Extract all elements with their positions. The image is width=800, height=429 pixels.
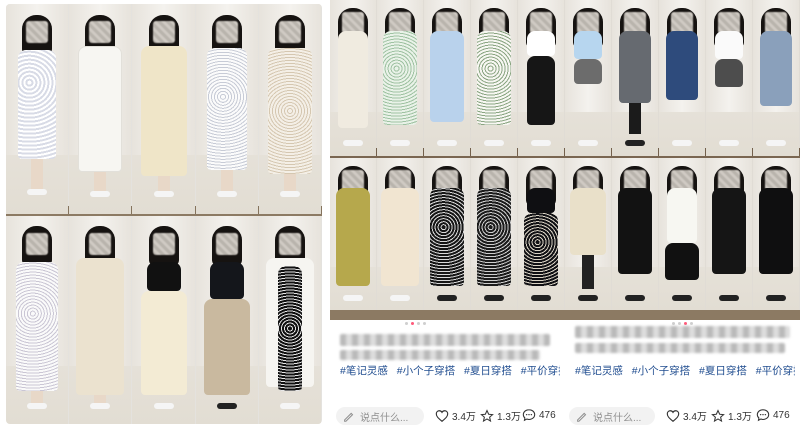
comment-input[interactable]: 说点什么... (336, 407, 424, 425)
pencil-icon (575, 409, 589, 423)
outfit-photo (518, 0, 565, 156)
outfit-photo (132, 4, 196, 214)
tag-link[interactable]: #平价穿搭分 (521, 365, 560, 377)
collage-row-top (330, 0, 800, 156)
outfit-photo (69, 4, 133, 214)
outfit-photo (565, 158, 612, 310)
comment-count: 476 (773, 409, 790, 421)
tag-link[interactable]: #小个子穿搭 (632, 365, 690, 377)
carousel-dot-active (411, 322, 414, 325)
carousel-dot (678, 322, 681, 325)
outfit-photo (753, 0, 800, 156)
pencil-icon (342, 409, 356, 423)
carousel-dots-left (298, 322, 533, 325)
tag-link[interactable]: #夏日穿搭 (699, 365, 747, 377)
outfit-photo (612, 158, 659, 310)
comment-placeholder: 说点什么... (360, 412, 409, 424)
comment-button[interactable]: 476 (756, 408, 790, 422)
collage-row-bottom (6, 216, 322, 424)
tag-link[interactable]: #夏日穿搭 (464, 365, 512, 377)
comment-count: 476 (539, 409, 556, 421)
outfit-photo (377, 158, 424, 310)
star-icon (711, 408, 725, 423)
outfit-photo (424, 158, 471, 310)
outfit-photo (471, 0, 518, 156)
comment-button[interactable]: 476 (522, 408, 556, 422)
outfit-photo (132, 216, 196, 424)
heart-icon (435, 409, 449, 423)
outfit-photo (258, 4, 322, 214)
outfit-photo (706, 158, 753, 310)
tag-link[interactable]: #笔记灵感 (340, 365, 388, 377)
blurred-title (575, 326, 790, 338)
outfit-photo (565, 0, 612, 156)
outfit-photo (6, 216, 70, 424)
tag-row-right: #笔记灵感 #小个子穿搭 #夏日穿搭 #平价穿搭分 (575, 363, 795, 378)
tag-link[interactable]: #笔记灵感 (575, 365, 623, 377)
outfit-photo (612, 0, 659, 156)
like-count: 3.4万 (683, 412, 707, 423)
carousel-dot-active (684, 322, 687, 325)
outfit-collage-right[interactable] (330, 0, 800, 320)
carousel-dot (417, 322, 420, 325)
like-button[interactable]: 3.4万 (666, 408, 707, 423)
outfit-collage-left[interactable] (6, 4, 322, 424)
tag-link[interactable]: #平价穿搭分 (756, 365, 795, 377)
collage-row-bottom (330, 158, 800, 310)
blurred-body (340, 350, 540, 360)
outfit-photo (195, 216, 259, 424)
comment-placeholder: 说点什么... (593, 412, 642, 424)
outfit-photo (6, 4, 70, 214)
outfit-photo (258, 216, 322, 424)
outfit-photo (471, 158, 518, 310)
tag-link[interactable]: #小个子穿搭 (397, 365, 455, 377)
heart-icon (666, 409, 680, 423)
favorite-button[interactable]: 1.3万 (711, 408, 752, 423)
tag-row-left: #笔记灵感 #小个子穿搭 #夏日穿搭 #平价穿搭分 (340, 363, 560, 378)
star-icon (480, 408, 494, 423)
blurred-title (340, 334, 550, 346)
favorite-count: 1.3万 (497, 412, 521, 423)
outfit-photo (659, 0, 706, 156)
carousel-dot (423, 322, 426, 325)
outfit-photo (377, 0, 424, 156)
comment-input[interactable]: 说点什么... (569, 407, 655, 425)
outfit-photo (330, 158, 377, 310)
carousel-dot (405, 322, 408, 325)
post-card-right[interactable]: #笔记灵感 #小个子穿搭 #夏日穿搭 #平价穿搭分 #笔记灵感 #小个子穿搭 #… (330, 0, 800, 429)
carousel-dot (690, 322, 693, 325)
outfit-photo (659, 158, 706, 310)
comment-icon (522, 408, 536, 422)
outfit-photo (195, 4, 259, 214)
carousel-dots-right (565, 322, 800, 325)
floor-strip (330, 310, 800, 320)
outfit-photo (69, 216, 133, 424)
like-button[interactable]: 3.4万 (435, 408, 476, 423)
favorite-button[interactable]: 1.3万 (480, 408, 521, 423)
collage-row-top (6, 4, 322, 214)
outfit-photo (330, 0, 377, 156)
carousel-dot (672, 322, 675, 325)
outfit-photo (753, 158, 800, 310)
outfit-photo (424, 0, 471, 156)
favorite-count: 1.3万 (728, 412, 752, 423)
outfit-photo (706, 0, 753, 156)
blurred-body (575, 343, 785, 353)
comment-icon (756, 408, 770, 422)
outfit-photo (518, 158, 565, 310)
like-count: 3.4万 (452, 412, 476, 423)
